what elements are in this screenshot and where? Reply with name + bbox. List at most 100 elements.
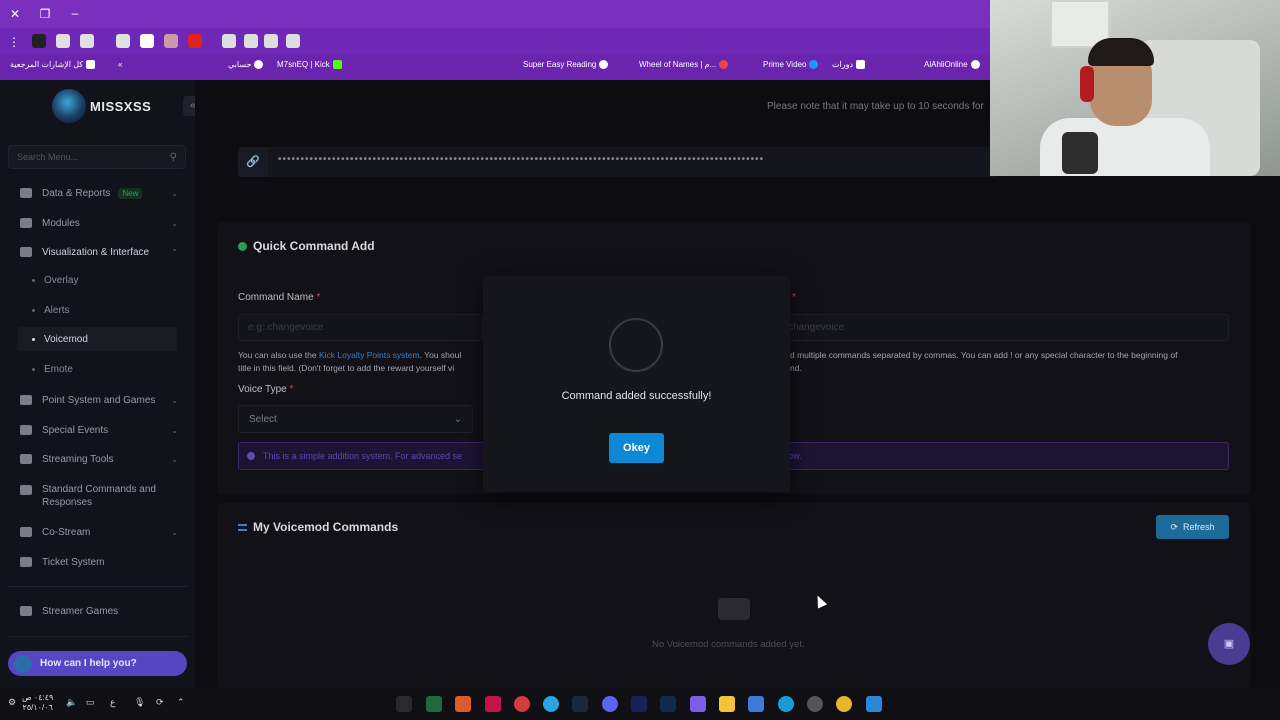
webcam-microphone: [1062, 132, 1098, 174]
chevron-left-icon[interactable]: «: [118, 60, 122, 69]
star-icon[interactable]: [222, 34, 236, 48]
chrome-icon[interactable]: [836, 696, 852, 712]
okey-button[interactable]: Okey: [609, 433, 664, 463]
zoom-icon[interactable]: [244, 34, 258, 48]
sidebar-item-data-reports[interactable]: Data & Reports New ⌄: [20, 181, 182, 205]
sidebar-item-ticket-system[interactable]: Ticket System: [20, 550, 182, 574]
sidebar-item-point-system[interactable]: Point System and Games ⌄: [20, 388, 182, 412]
search-menu-input[interactable]: Search Menu... ⚲: [8, 145, 186, 169]
extension-icon[interactable]: [32, 34, 46, 48]
sidebar-subitem-emote[interactable]: Emote: [32, 357, 177, 381]
bullet-icon: [32, 308, 35, 312]
webcam-person-hair: [1088, 38, 1154, 66]
modules-icon: [20, 218, 32, 228]
sidebar-subitem-label: Overlay: [44, 274, 79, 286]
app-icon[interactable]: [485, 696, 501, 712]
assistant-avatar: [14, 654, 32, 673]
sidebar: [0, 80, 195, 688]
sidebar-subitem-voicemod[interactable]: Voicemod: [18, 327, 177, 351]
chevron-up-icon: ⌃: [171, 247, 178, 257]
sidebar-item-co-stream[interactable]: Co-Stream ⌄: [20, 520, 182, 544]
file-explorer-icon[interactable]: [719, 696, 735, 712]
chevron-up-icon[interactable]: ⌃: [177, 697, 185, 708]
bookmark-item[interactable]: M7snEQ | Kick: [277, 60, 342, 69]
store-icon[interactable]: [748, 696, 764, 712]
bullet-icon: [32, 367, 35, 371]
sidebar-item-label: Point System and Games: [42, 394, 156, 406]
obs-icon[interactable]: [807, 696, 823, 712]
sidebar-item-modules[interactable]: Modules ⌄: [20, 211, 182, 235]
users-icon: [20, 527, 32, 537]
bookmark-item[interactable]: حسابي: [228, 60, 264, 69]
excel-icon[interactable]: [426, 696, 442, 712]
sidebar-item-special-events[interactable]: Special Events ⌄: [20, 418, 182, 442]
discord-icon[interactable]: [602, 696, 618, 712]
extension-icon[interactable]: [188, 34, 202, 48]
windows-start-icon[interactable]: [866, 696, 882, 712]
modal-message: Command added successfully!: [561, 390, 712, 402]
chevron-down-icon: ⌄: [171, 188, 178, 198]
sidebar-item-standard-commands[interactable]: Standard Commands and Responses: [20, 483, 182, 511]
wheel-icon: [719, 60, 729, 69]
sidebar-divider: [8, 586, 187, 587]
webcam-headset: [1080, 66, 1094, 102]
bullet-icon: [32, 278, 35, 282]
microphone-icon[interactable]: 🎙: [134, 697, 145, 708]
sidebar-subitem-label: Alerts: [44, 304, 70, 316]
restore-icon[interactable]: ❐: [37, 6, 53, 22]
bookmark-item[interactable]: دورات: [832, 60, 866, 69]
extension-icon[interactable]: [56, 34, 70, 48]
clock-time: ٠٤:٤٩ ص: [22, 693, 54, 702]
app-icon[interactable]: [514, 696, 530, 712]
volume-icon[interactable]: 🔈: [66, 697, 77, 708]
sidebar-subitem-label: Voicemod: [44, 333, 88, 345]
brave-icon[interactable]: [455, 696, 471, 712]
taskbar-app-icon[interactable]: [396, 696, 412, 712]
sync-icon[interactable]: ⟳: [156, 697, 164, 708]
premiere-icon[interactable]: [631, 696, 647, 712]
extension-icon[interactable]: [164, 34, 178, 48]
menu-icon[interactable]: ⋮: [6, 34, 22, 50]
notification-icon[interactable]: ⚙: [8, 697, 16, 708]
bookmark-item[interactable]: Prime Video: [763, 60, 819, 69]
chevron-down-icon: ⌄: [171, 527, 178, 537]
tools-icon: [20, 454, 32, 464]
bookmark-item[interactable]: AlAhliOnline: [924, 60, 980, 69]
gamepad-icon: [20, 395, 32, 405]
sidebar-item-streamer-games[interactable]: Streamer Games: [20, 599, 182, 623]
chevron-down-icon: ⌄: [171, 454, 178, 464]
screenshot-icon[interactable]: [286, 34, 300, 48]
sidebar-item-label: Special Events: [42, 424, 109, 436]
bookmark-all[interactable]: كل الإشارات المرجعية: [10, 60, 96, 69]
monitor-icon: [20, 247, 32, 257]
translate-icon[interactable]: [264, 34, 278, 48]
language-indicator[interactable]: ع: [110, 697, 115, 708]
app-icon[interactable]: [690, 696, 706, 712]
photoshop-icon[interactable]: [660, 696, 676, 712]
logo[interactable]: MISSXSS: [52, 87, 162, 125]
edge-icon[interactable]: [778, 696, 794, 712]
bookmark-item[interactable]: Wheel of Names | م...: [639, 60, 729, 69]
folder-icon: [86, 60, 96, 69]
sidebar-subitem-label: Emote: [44, 363, 73, 375]
chevron-down-icon: ⌄: [171, 218, 178, 228]
sidebar-item-visualization[interactable]: Visualization & Interface ⌃: [20, 240, 182, 264]
sidebar-subitem-overlay[interactable]: Overlay: [32, 268, 177, 292]
help-chat-button[interactable]: How can I help you?: [8, 651, 187, 676]
steam-icon[interactable]: [572, 696, 588, 712]
gamepad-icon: [20, 606, 32, 616]
sidebar-subitem-alerts[interactable]: Alerts: [32, 298, 177, 322]
search-icon: ⚲: [169, 151, 177, 163]
taskbar-clock[interactable]: ٠٤:٤٩ ص ٢٥/١٠/٠٦: [22, 693, 53, 713]
download-icon[interactable]: [80, 34, 94, 48]
extensions-puzzle-icon[interactable]: [116, 34, 130, 48]
minimize-icon[interactable]: –: [67, 5, 83, 21]
telegram-icon[interactable]: [543, 696, 559, 712]
search-menu-placeholder: Search Menu...: [17, 152, 79, 162]
sidebar-item-streaming-tools[interactable]: Streaming Tools ⌄: [20, 447, 182, 471]
extension-icon[interactable]: [140, 34, 154, 48]
close-icon[interactable]: ✕: [7, 6, 23, 22]
bookmark-item[interactable]: Super Easy Reading: [523, 60, 609, 69]
network-icon[interactable]: ▭: [86, 697, 95, 708]
calendar-icon: [20, 425, 32, 435]
